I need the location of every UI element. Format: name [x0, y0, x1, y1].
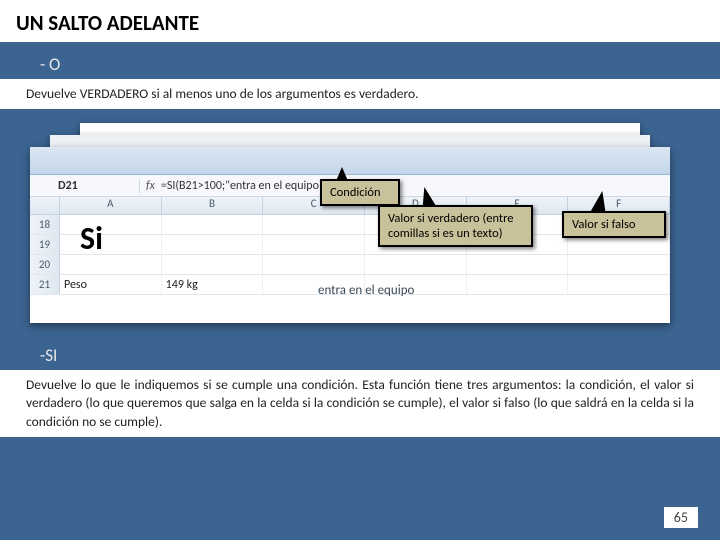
section-o-heading: - O: [0, 42, 720, 79]
excel-ribbon: [30, 147, 670, 175]
screenshot-stack: D21 fx =SI(B21>100;"entra en el equipo";…: [20, 123, 700, 333]
section-si-description: Devuelve lo que le indiquemos si se cump…: [0, 370, 720, 437]
fx-icon: fx: [140, 179, 161, 193]
slide-title-band: UN SALTO ADELANTE: [0, 0, 720, 42]
excel-row-19: 19: [30, 235, 670, 255]
excel-name-box: D21: [30, 179, 140, 193]
callout-verdadero: Valor si verdadero (entre comillas si es…: [378, 205, 533, 247]
excel-result-text: entra en el equipo: [318, 283, 414, 298]
page-number: 65: [664, 507, 698, 528]
cell-A21: Peso: [60, 275, 162, 294]
callout-falso: Valor si falso: [562, 211, 666, 238]
cell-B21: 149 kg: [162, 275, 264, 294]
col-B: B: [162, 197, 264, 214]
section-o-description: Devuelve VERDADERO si al menos uno de lo…: [0, 79, 720, 109]
row-header: 19: [30, 235, 60, 254]
excel-row-20: 20: [30, 255, 670, 275]
row-header: 21: [30, 275, 60, 294]
excel-corner: [30, 197, 60, 214]
col-A: A: [60, 197, 162, 214]
si-label: Si: [80, 219, 103, 258]
row-header: 18: [30, 215, 60, 234]
row-header: 20: [30, 255, 60, 274]
slide-title: UN SALTO ADELANTE: [16, 10, 704, 36]
section-si-heading: -SI: [0, 333, 720, 370]
callout-condicion: Condición: [320, 179, 400, 206]
